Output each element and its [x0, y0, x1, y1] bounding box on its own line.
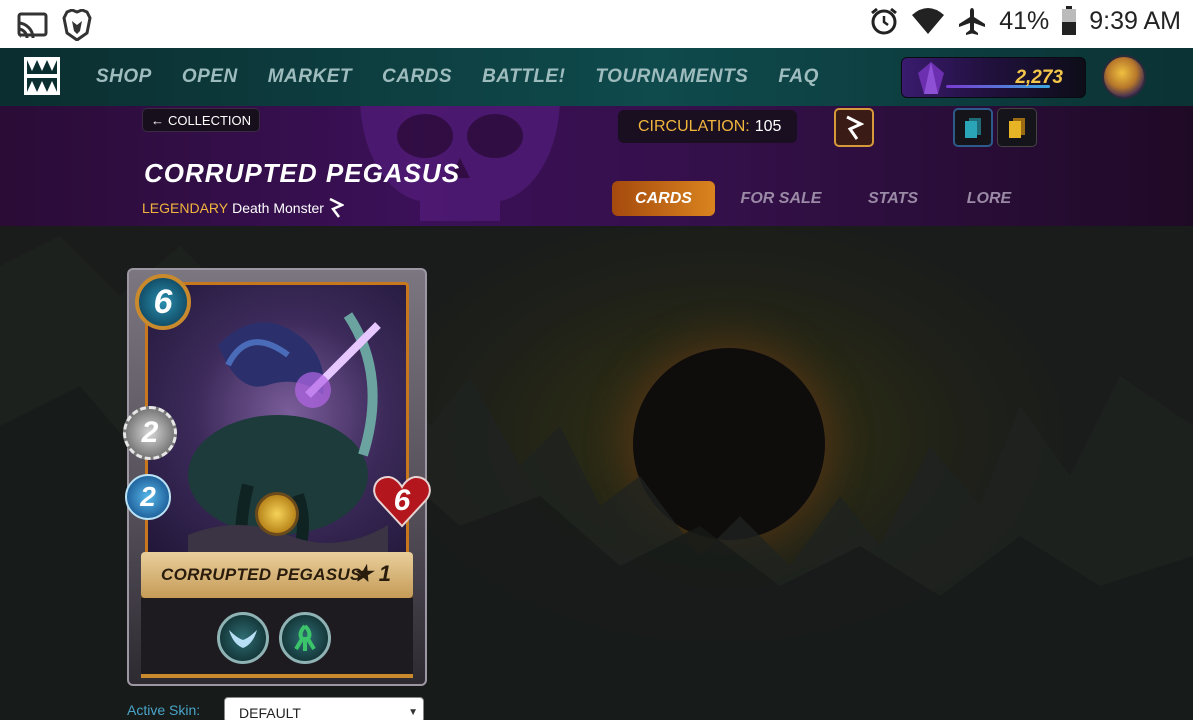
circulation-box: CIRCULATION: 105 — [618, 110, 797, 143]
back-button-label: COLLECTION — [167, 112, 252, 128]
nav-battle[interactable]: BATTLE! — [482, 66, 565, 88]
regular-card-icon — [965, 117, 981, 138]
alarm-icon — [871, 7, 898, 35]
dec-gem-icon — [918, 62, 944, 94]
nav-shop[interactable]: SHOP — [96, 66, 152, 88]
card-title: CORRUPTED PEGASUS — [144, 158, 461, 188]
card-header: ← COLLECTION CORRUPTED PEGASUS LEGENDARY… — [0, 106, 1193, 226]
nav-tournaments[interactable]: TOURNAMENTS — [595, 66, 748, 88]
nav-market[interactable]: MARKET — [268, 66, 352, 88]
tab-stats[interactable]: STATS — [847, 181, 939, 216]
dec-balance-box[interactable]: 2,273 — [901, 57, 1086, 98]
dec-balance-value: 2,273 — [1015, 67, 1063, 88]
clock-time: 9:39 AM — [1089, 6, 1181, 35]
user-avatar[interactable] — [1102, 55, 1146, 99]
card-level: ★ 1 — [352, 561, 391, 586]
main-nav: SHOP OPEN MARKET CARDS BATTLE! TOURNAMEN… — [96, 48, 819, 106]
nav-open[interactable]: OPEN — [182, 66, 238, 88]
card-name-banner: CORRUPTED PEGASUS ★ 1 — [141, 552, 413, 598]
regular-foil-button[interactable] — [953, 108, 993, 147]
caret-down-icon: ▼ — [408, 707, 418, 718]
gold-card-icon — [1009, 117, 1025, 138]
tab-cards[interactable]: CARDS — [612, 181, 715, 216]
gold-foil-button[interactable] — [997, 108, 1037, 147]
back-to-collection-button[interactable]: ← COLLECTION — [142, 108, 260, 132]
active-skin-label: Active Skin: — [127, 702, 201, 718]
health-badge: 6 — [373, 474, 431, 528]
mana-cost-badge: 6 — [135, 274, 191, 330]
monster-card[interactable]: 6 2 2 6 CORRUPTED PEGASUS ★ 1 — [123, 268, 431, 686]
cast-icon — [17, 12, 48, 39]
card-type: Death Monster — [232, 200, 324, 216]
circulation-value: 105 — [754, 117, 782, 135]
death-element-icon — [255, 492, 299, 536]
nav-faq[interactable]: FAQ — [778, 66, 819, 88]
card-tabs: CARDS FOR SALE STATS LORE — [612, 181, 1039, 216]
edition-flag-icon — [329, 198, 344, 218]
edition-flag-icon — [846, 115, 864, 140]
card-subtitle: LEGENDARY Death Monster — [142, 198, 344, 218]
active-skin-row: Active Skin: DEFAULT ▼ — [127, 697, 424, 720]
magic-attack-badge: 2 — [123, 406, 177, 460]
brave-icon — [62, 9, 92, 41]
splinterlands-logo-icon[interactable] — [24, 57, 60, 95]
battery-icon — [1062, 6, 1077, 35]
tab-for-sale[interactable]: FOR SALE — [715, 181, 847, 216]
active-skin-value: DEFAULT — [239, 705, 301, 720]
card-name-label: CORRUPTED PEGASUS — [161, 565, 362, 584]
nav-cards[interactable]: CARDS — [382, 66, 452, 88]
status-bar: 41% 9:39 AM — [0, 0, 1193, 48]
airplane-icon — [959, 8, 986, 35]
flying-icon[interactable] — [217, 612, 269, 664]
affliction-icon[interactable] — [279, 612, 331, 664]
wifi-icon — [912, 8, 945, 34]
battery-percent: 41% — [999, 6, 1050, 35]
speed-badge: 2 — [125, 474, 171, 520]
top-nav: SHOP OPEN MARKET CARDS BATTLE! TOURNAMEN… — [0, 48, 1193, 106]
edition-filter-button[interactable] — [834, 108, 874, 147]
health-value: 6 — [393, 484, 411, 517]
arrow-left-icon: ← — [150, 112, 164, 128]
rarity-label: LEGENDARY — [142, 200, 229, 216]
tab-lore[interactable]: LORE — [939, 181, 1039, 216]
active-skin-select[interactable]: DEFAULT ▼ — [224, 697, 424, 720]
card-abilities-panel — [141, 598, 413, 678]
circulation-label: CIRCULATION: — [638, 117, 750, 135]
